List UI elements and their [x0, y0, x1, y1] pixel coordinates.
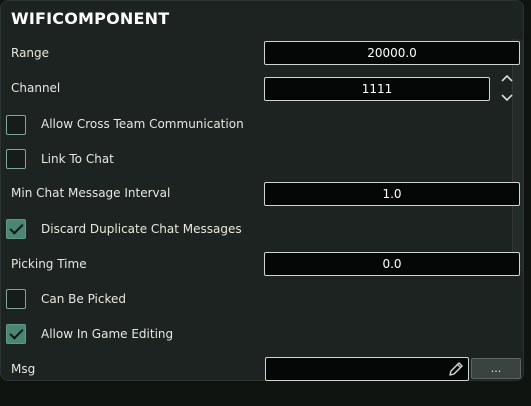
panel-title: WIFICOMPONENT [11, 9, 170, 28]
allow-in-game-editing-checkbox[interactable] [6, 324, 26, 344]
range-label: Range [11, 46, 50, 60]
wifi-component-panel: WIFICOMPONENT Range 20000.0 Channel 1111… [0, 0, 524, 381]
can-be-picked-checkbox[interactable] [6, 289, 26, 309]
allow-in-game-editing-label: Allow In Game Editing [41, 327, 174, 341]
min-chat-interval-field[interactable]: 1.0 [264, 182, 520, 206]
cross-team-checkbox[interactable] [6, 115, 26, 135]
picking-time-field[interactable]: 0.0 [264, 252, 520, 276]
discard-duplicate-checkbox[interactable] [6, 219, 26, 239]
link-to-chat-checkbox[interactable] [6, 149, 26, 169]
can-be-picked-label: Can Be Picked [41, 292, 127, 306]
chevron-up-icon[interactable] [501, 74, 513, 82]
min-chat-interval-label: Min Chat Message Interval [11, 186, 171, 200]
range-field[interactable]: 20000.0 [264, 41, 520, 65]
pencil-icon[interactable] [448, 361, 464, 381]
chevron-down-icon[interactable] [501, 94, 513, 102]
picking-time-label: Picking Time [11, 257, 87, 271]
channel-field[interactable]: 1111 [264, 77, 490, 101]
channel-stepper[interactable] [498, 74, 516, 102]
msg-field[interactable] [265, 357, 469, 381]
channel-label: Channel [11, 81, 61, 95]
cross-team-label: Allow Cross Team Communication [41, 117, 244, 131]
link-to-chat-label: Link To Chat [41, 152, 114, 166]
msg-browse-button[interactable]: ... [471, 358, 521, 379]
discard-duplicate-label: Discard Duplicate Chat Messages [41, 222, 242, 236]
msg-label: Msg [11, 362, 36, 376]
